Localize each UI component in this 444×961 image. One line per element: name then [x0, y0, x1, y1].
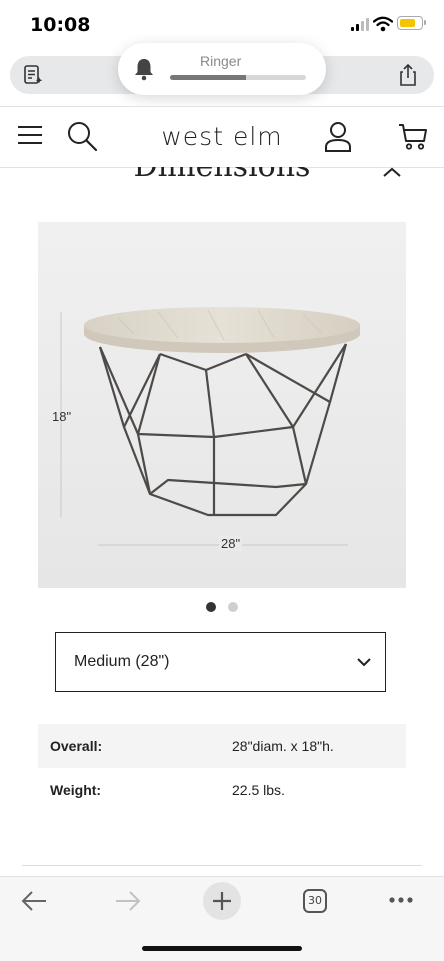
cellular-signal-icon	[351, 18, 371, 31]
ringer-level-bar	[170, 75, 306, 80]
size-select[interactable]: Medium (28")	[55, 632, 386, 692]
carousel-dot-active[interactable]	[206, 602, 216, 612]
section-title: Dimensions	[0, 167, 444, 183]
ringer-label: Ringer	[200, 53, 242, 69]
spec-value: 22.5 lbs.	[232, 782, 285, 798]
battery-icon	[397, 16, 426, 30]
carousel-dot[interactable]	[228, 602, 238, 612]
back-arrow-icon[interactable]	[20, 890, 48, 912]
spec-row-weight: Weight: 22.5 lbs.	[38, 768, 406, 812]
spec-label: Overall:	[50, 738, 103, 754]
tab-count-button[interactable]: 30	[303, 889, 327, 913]
tab-count: 30	[308, 894, 322, 907]
forward-arrow-icon[interactable]	[114, 890, 142, 912]
status-time: 10:08	[30, 14, 91, 36]
cart-icon[interactable]	[398, 121, 428, 151]
carousel-dots	[0, 599, 444, 612]
account-icon[interactable]	[324, 121, 352, 153]
spec-label: Weight:	[50, 782, 102, 798]
collapse-chevron-icon[interactable]	[382, 167, 402, 177]
size-select-value: Medium (28")	[74, 653, 170, 670]
chevron-down-icon	[357, 658, 371, 667]
reader-mode-icon[interactable]	[22, 64, 44, 86]
bell-icon	[135, 59, 153, 81]
divider	[22, 865, 422, 866]
new-tab-button[interactable]	[203, 882, 241, 920]
home-indicator	[142, 946, 302, 951]
coffee-table-illustration	[38, 222, 406, 588]
more-options-icon[interactable]	[388, 896, 414, 904]
height-dimension-label: 18"	[52, 409, 72, 424]
width-dimension-label: 28"	[219, 536, 243, 551]
ringer-volume-hud: Ringer	[118, 43, 326, 95]
brand-logo[interactable]: west elm	[0, 122, 444, 151]
site-header: west elm	[0, 106, 444, 168]
share-icon[interactable]	[397, 63, 419, 87]
plus-icon	[213, 892, 231, 910]
product-image[interactable]: 18" 28"	[38, 222, 406, 588]
wifi-icon	[373, 16, 393, 32]
spec-value: 28"diam. x 18"h.	[232, 738, 334, 754]
spec-row-overall: Overall: 28"diam. x 18"h.	[38, 724, 406, 768]
